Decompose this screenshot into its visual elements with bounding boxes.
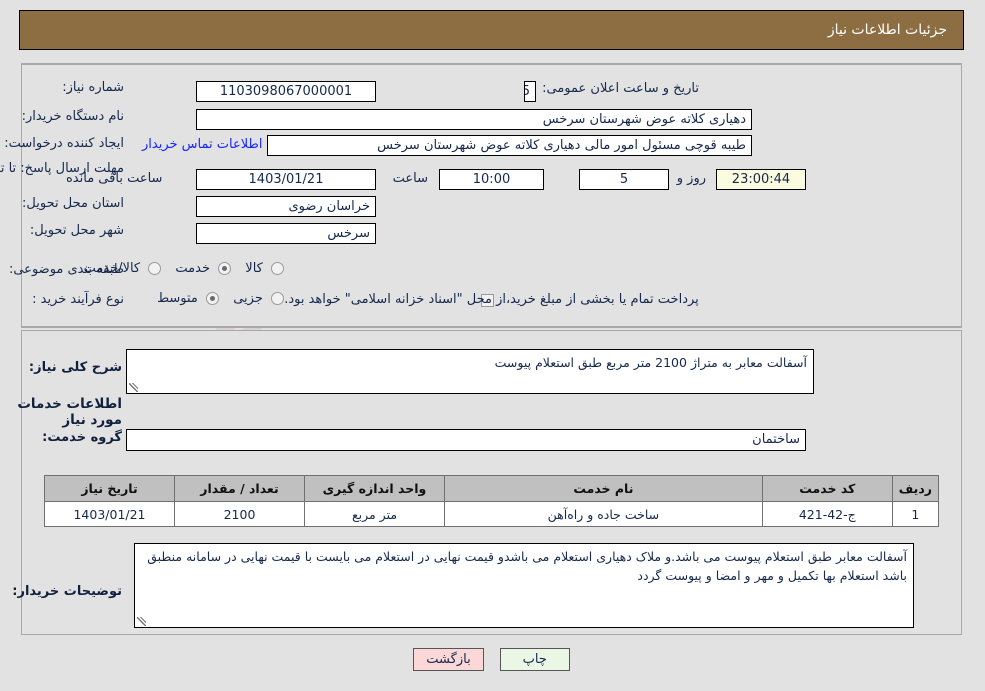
col-unit: واحد اندازه گیری — [305, 475, 446, 502]
need-number-value: 1103098067000001 — [197, 81, 377, 102]
cell-date: 1403/01/21 — [45, 501, 176, 527]
city-value: سرخس — [197, 223, 377, 244]
buyer-notes-label: توضیحات خریدار: — [13, 584, 123, 599]
cell-quantity: 2100 — [175, 501, 306, 527]
buyer-contact-link[interactable]: اطلاعات تماس خریدار — [143, 137, 263, 152]
table-row[interactable]: 1 ج-42-421 ساخت جاده و راه‌آهن متر مربع … — [45, 501, 941, 527]
hour-value: 10:00 — [440, 169, 545, 190]
cell-code: ج-42-421 — [762, 501, 894, 527]
category-radio-2-label: کالا/خدمت — [84, 261, 142, 276]
days-value: 5 — [580, 169, 670, 190]
col-code: کد خدمت — [762, 475, 894, 502]
field-announce-label: تاریخ و ساعت اعلان عمومی: — [543, 81, 700, 96]
need-info-panel — [22, 63, 963, 328]
buyer-org-value: دهیاری کلاته عوض شهرستان سرخس — [197, 109, 753, 130]
page-title-bar: جزئیات اطلاعات نیاز — [20, 10, 965, 50]
remaining-label: ساعت باقی مانده — [67, 171, 164, 186]
process-label: نوع فرآیند خرید : — [33, 292, 125, 307]
category-radio-2[interactable] — [149, 262, 163, 275]
field-city-label: شهر محل تحویل: — [31, 223, 125, 238]
treasury-checkbox-label: پرداخت تمام یا بخشی از مبلغ خرید،از محل … — [285, 292, 700, 307]
description-textarea[interactable]: آسفالت معابر به متراژ 2100 متر مربع طبق … — [127, 349, 815, 394]
cell-index: 1 — [892, 501, 941, 527]
hour-label: ساعت — [393, 171, 429, 186]
deadline-date-value: 1403/01/21 — [197, 169, 377, 190]
cell-unit: متر مربع — [305, 501, 446, 527]
field-province-label: استان محل تحویل: — [23, 196, 125, 211]
days-and-label: روز و — [677, 171, 707, 186]
description-label: شرح کلی نیاز: — [29, 360, 123, 375]
buyer-org-label: نام دستگاه خریدار: — [22, 109, 125, 124]
services-table: ردیف کد خدمت نام خدمت واحد اندازه گیری ت… — [45, 475, 941, 527]
service-group-label: گروه خدمت: — [43, 430, 123, 445]
services-section-heading: اطلاعات خدمات مورد نیاز — [18, 396, 123, 428]
category-radio-0[interactable] — [272, 262, 285, 275]
field-process-label: نوع فرآیند خرید : — [33, 292, 125, 307]
category-radio-0-label: کالا — [246, 261, 264, 276]
need-number-label: شماره نیاز: — [63, 80, 125, 95]
announce-label: تاریخ و ساعت اعلان عمومی: — [543, 81, 700, 96]
category-radio-1[interactable] — [219, 262, 233, 275]
cell-name: ساخت جاده و راه‌آهن — [445, 501, 764, 527]
col-date: تاریخ نیاز — [45, 475, 176, 502]
col-quantity: تعداد / مقدار — [175, 475, 306, 502]
province-value: خراسان رضوی — [197, 196, 377, 217]
page-title: جزئیات اطلاعات نیاز — [828, 22, 948, 38]
col-index: ردیف — [892, 475, 941, 502]
category-radio-group: کالا خدمت کالا/خدمت — [75, 261, 285, 276]
table-header-row: ردیف کد خدمت نام خدمت واحد اندازه گیری ت… — [45, 475, 941, 502]
creator-value: طیبه قوچی مسئول امور مالی دهیاری کلاته ع… — [268, 135, 753, 156]
print-button[interactable]: چاپ — [500, 648, 571, 671]
announce-value: 1403/01/15 - 10:25 — [525, 81, 537, 102]
category-radio-1-label: خدمت — [176, 261, 211, 276]
province-label: استان محل تحویل: — [23, 196, 125, 211]
field-creator-label: ایجاد کننده درخواست: — [5, 136, 125, 151]
countdown-value: 23:00:44 — [717, 169, 807, 190]
creator-label: ایجاد کننده درخواست: — [5, 136, 125, 151]
col-name: نام خدمت — [445, 475, 764, 502]
field-buyer-org-label: نام دستگاه خریدار: — [23, 109, 125, 124]
service-group-value: ساختمان — [127, 429, 807, 451]
field-need-number-label: شماره نیاز: — [63, 80, 125, 95]
buyer-notes-textarea[interactable]: آسفالت معابر طبق استعلام پیوست می باشد.و… — [135, 543, 915, 628]
city-label: شهر محل تحویل: — [30, 223, 125, 238]
back-button[interactable]: بازگشت — [414, 648, 485, 671]
button-bar: بازگشت چاپ — [0, 648, 985, 671]
